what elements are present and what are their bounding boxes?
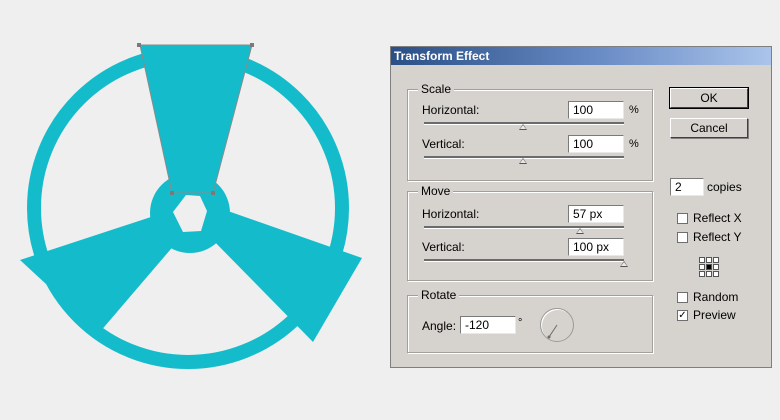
move-vertical-slider-thumb[interactable] xyxy=(620,261,628,267)
scale-group: Scale Horizontal: 100 % Vertical: 100 % xyxy=(407,82,653,181)
selection-handle[interactable] xyxy=(211,191,215,195)
preview-label[interactable]: Preview xyxy=(693,308,736,322)
move-group: Move Horizontal: 57 px Vertical: 100 px xyxy=(407,184,653,281)
scale-horizontal-input[interactable]: 100 xyxy=(568,101,624,119)
reflect-y-checkbox[interactable] xyxy=(677,232,688,243)
preview-checkbox[interactable]: ✓ xyxy=(677,310,688,321)
selection-handle[interactable] xyxy=(170,191,174,195)
move-vertical-input[interactable]: 100 px xyxy=(568,238,624,256)
blade-left xyxy=(20,215,176,333)
reflect-x-checkbox[interactable] xyxy=(677,213,688,224)
scale-vertical-label: Vertical: xyxy=(422,137,465,151)
scale-vertical-input[interactable]: 100 xyxy=(568,135,624,153)
rotate-angle-input[interactable]: -120 xyxy=(460,316,516,334)
rotate-angle-dial[interactable] xyxy=(540,308,574,342)
ok-button[interactable]: OK xyxy=(669,87,749,109)
ref-point[interactable] xyxy=(699,264,705,270)
ref-point[interactable] xyxy=(699,257,705,263)
copies-input[interactable]: 2 xyxy=(670,178,704,196)
rotate-group-title: Rotate xyxy=(418,288,460,302)
move-vertical-slider-track xyxy=(424,259,624,262)
dialog-title[interactable]: Transform Effect xyxy=(391,47,771,65)
move-group-title: Move xyxy=(418,184,454,198)
ref-point[interactable] xyxy=(713,264,719,270)
ref-point[interactable] xyxy=(706,257,712,263)
reflect-y-label[interactable]: Reflect Y xyxy=(693,230,741,244)
reflect-x-label[interactable]: Reflect X xyxy=(693,211,742,225)
ref-point-selected[interactable] xyxy=(706,264,712,270)
move-horizontal-slider-thumb[interactable] xyxy=(576,228,584,234)
move-horizontal-label: Horizontal: xyxy=(422,207,480,221)
rotate-angle-label: Angle: xyxy=(422,319,457,333)
scale-vertical-slider-thumb[interactable] xyxy=(519,158,527,164)
transform-effect-dialog: Transform Effect Scale Horizontal: 100 %… xyxy=(390,46,772,368)
move-vertical-label: Vertical: xyxy=(422,240,465,254)
cancel-button[interactable]: Cancel xyxy=(670,118,748,138)
reference-point-locator[interactable] xyxy=(699,257,719,277)
move-horizontal-input[interactable]: 57 px xyxy=(568,205,624,223)
random-label[interactable]: Random xyxy=(693,290,738,304)
scale-horizontal-slider-thumb[interactable] xyxy=(519,124,527,130)
scale-group-title: Scale xyxy=(418,82,455,96)
random-checkbox[interactable] xyxy=(677,292,688,303)
move-horizontal-slider-track xyxy=(424,226,624,229)
ref-point[interactable] xyxy=(706,271,712,277)
scale-horizontal-unit: % xyxy=(629,104,639,116)
selection-handle[interactable] xyxy=(137,43,141,47)
scale-horizontal-label: Horizontal: xyxy=(422,103,480,117)
rotate-group: Rotate Angle: -120 ° xyxy=(407,288,653,353)
ref-point[interactable] xyxy=(713,271,719,277)
dial-needle-icon xyxy=(547,324,558,339)
ref-point[interactable] xyxy=(699,271,705,277)
rotate-angle-unit: ° xyxy=(518,317,523,329)
ref-point[interactable] xyxy=(713,257,719,263)
canvas-artwork xyxy=(20,43,362,369)
blade-top xyxy=(140,45,252,193)
selection-handle[interactable] xyxy=(250,43,254,47)
copies-label: copies xyxy=(707,180,742,194)
scale-vertical-unit: % xyxy=(629,138,639,150)
